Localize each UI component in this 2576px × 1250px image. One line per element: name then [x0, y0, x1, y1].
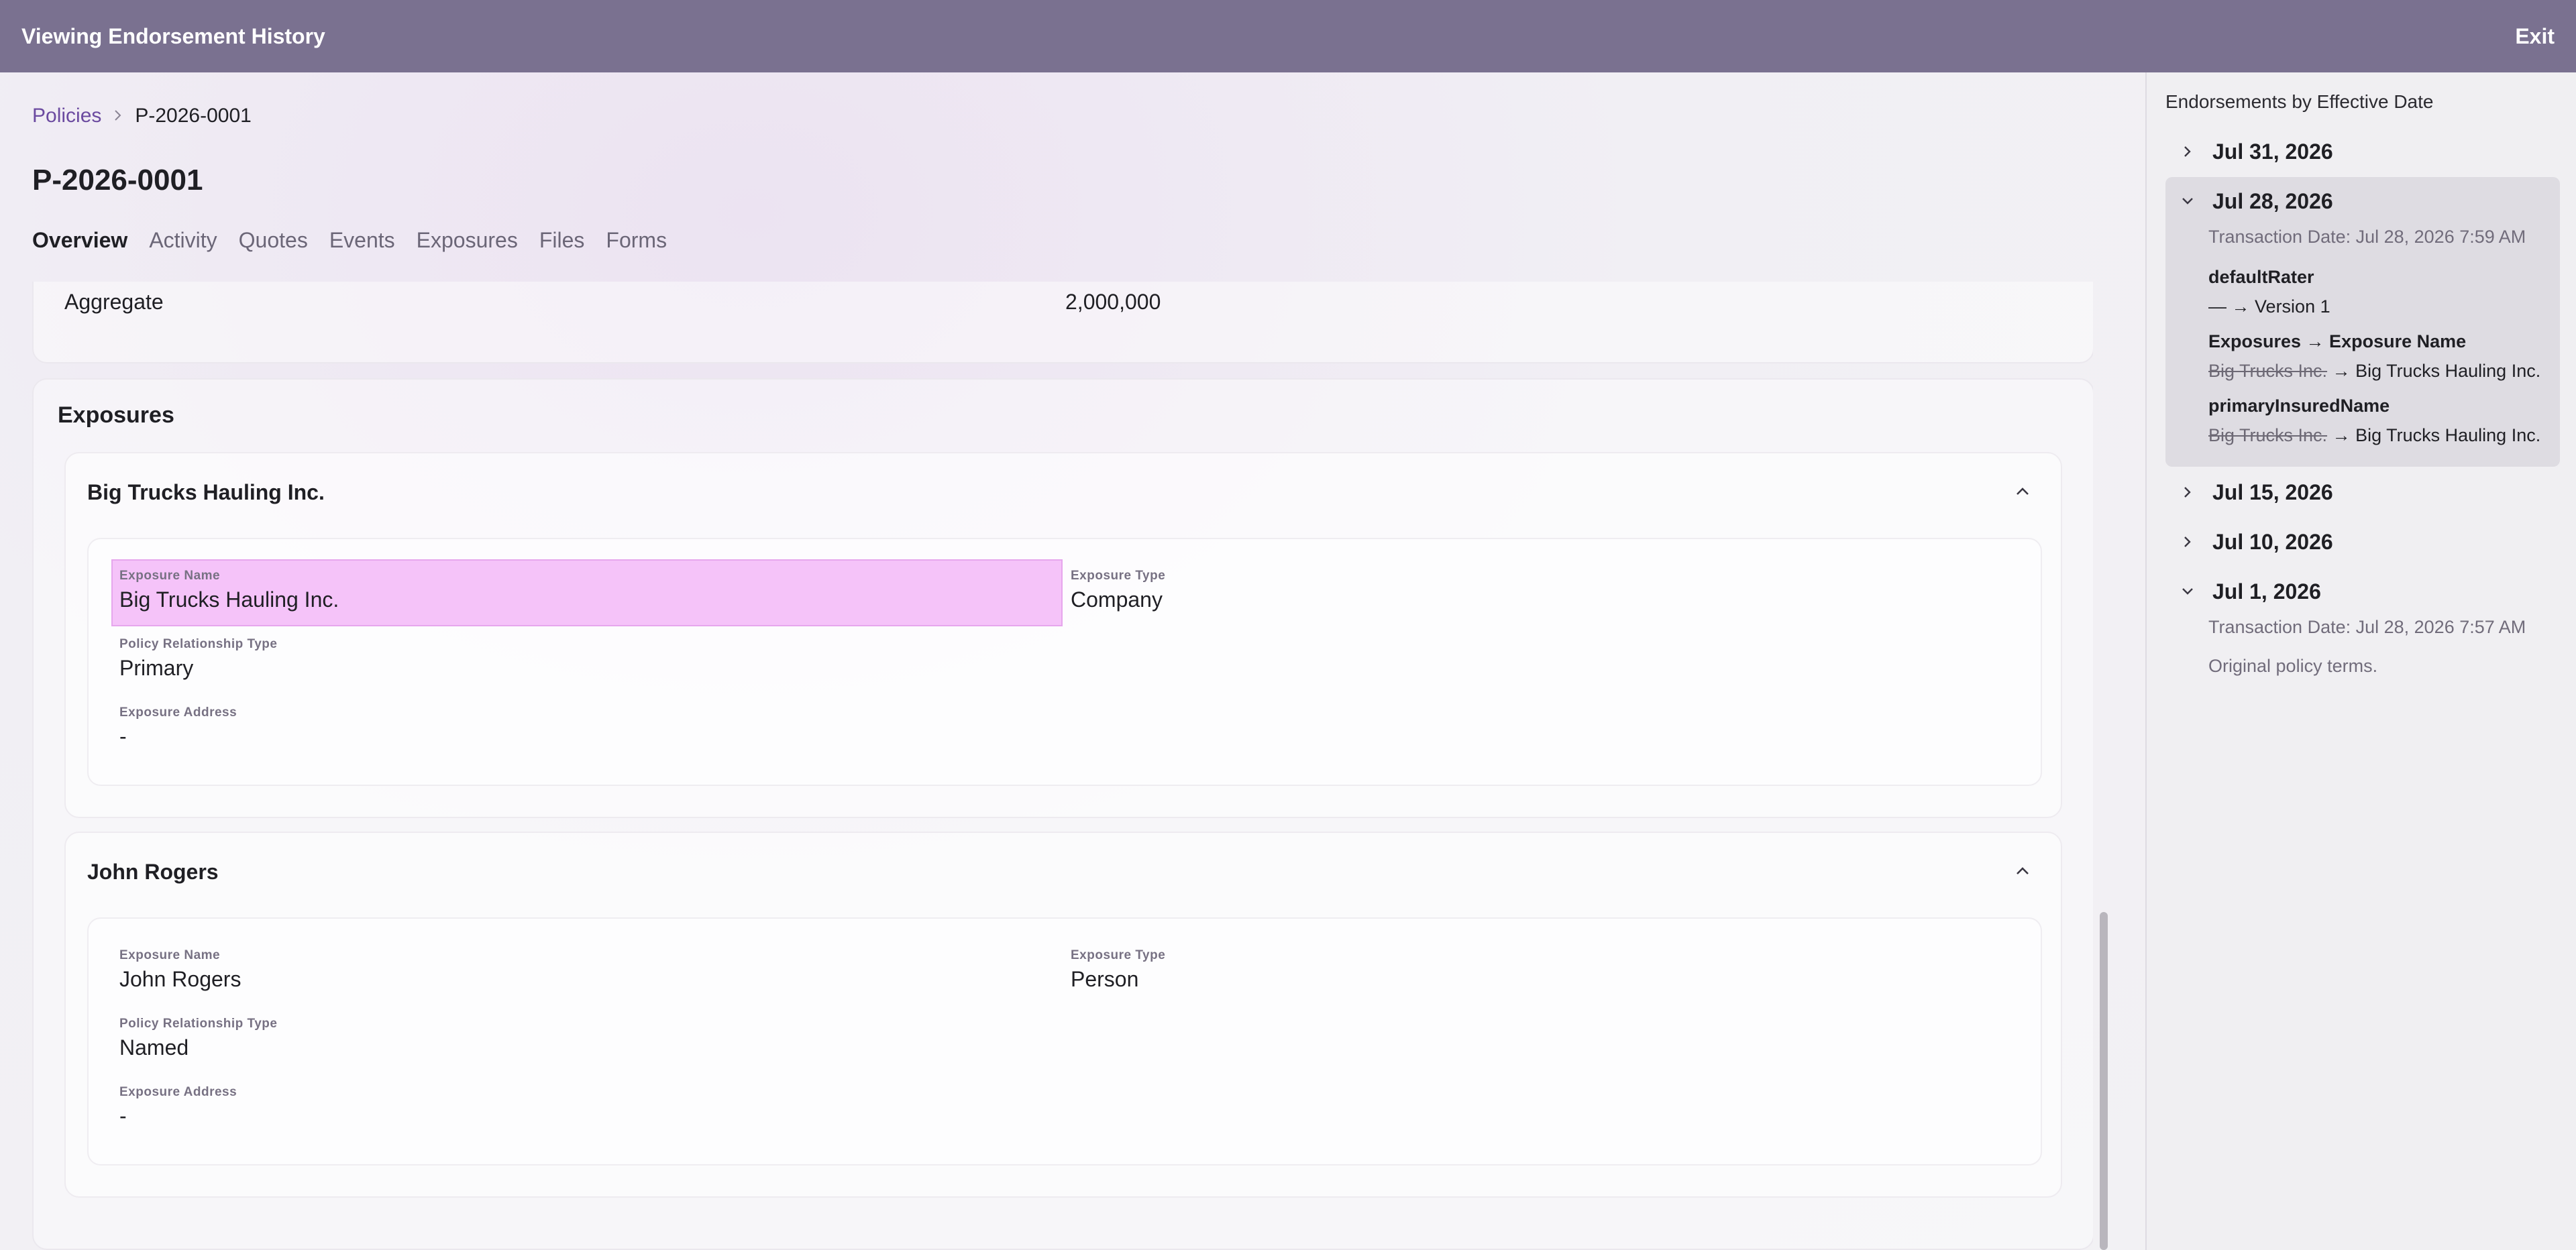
tab-forms[interactable]: Forms [606, 228, 667, 253]
field-value: Primary [119, 656, 194, 680]
exposure-name-field: Exposure Name John Rogers [119, 948, 241, 992]
sidebar-title: Endorsements by Effective Date [2165, 91, 2434, 112]
old-value: Big Trucks Inc. [2208, 361, 2328, 381]
endorsement-note: Original policy terms. [2208, 656, 2378, 676]
change-field-name: defaultRater [2208, 267, 2314, 287]
endorsement-entry: Jul 15, 2026 [2165, 468, 2560, 516]
exposure-title: Big Trucks Hauling Inc. [87, 480, 325, 504]
field-value: Big Trucks Hauling Inc. [119, 587, 339, 612]
tab-bar: Overview Activity Quotes Events Exposure… [32, 228, 667, 253]
endorsement-date: Jul 28, 2026 [2212, 188, 2333, 213]
field-label: Policy Relationship Type [119, 1017, 278, 1031]
tab-events[interactable]: Events [329, 228, 395, 253]
chevron-up-icon[interactable] [2011, 860, 2034, 883]
aggregate-label: Aggregate [64, 290, 164, 314]
exposure-type-field: Exposure Type Person [1071, 948, 1165, 992]
page-title: P-2026-0001 [32, 164, 203, 196]
endorsement-toggle[interactable]: Jul 15, 2026 [2165, 468, 2333, 516]
change-values: Big Trucks Inc. → Big Trucks Hauling Inc… [2208, 425, 2540, 446]
scroll-content: Aggregate 2,000,000 Exposures Big Trucks… [32, 282, 2093, 1250]
endorsement-date: Jul 15, 2026 [2212, 479, 2333, 504]
page-mode-title: Viewing Endorsement History [21, 23, 325, 48]
transaction-date: Transaction Date: Jul 28, 2026 7:57 AM [2208, 617, 2526, 637]
transaction-date: Transaction Date: Jul 28, 2026 7:59 AM [2208, 227, 2526, 247]
scrollbar-thumb[interactable] [2100, 912, 2108, 1250]
old-value: — [2208, 296, 2226, 317]
new-value: Big Trucks Hauling Inc. [2355, 361, 2541, 381]
exposure-type-field: Exposure Type Company [1071, 569, 1165, 612]
tab-overview[interactable]: Overview [32, 228, 127, 253]
endorsement-date: Jul 31, 2026 [2212, 139, 2333, 164]
chevron-down-icon [2182, 588, 2193, 595]
endorsement-entry: Jul 28, 2026 Transaction Date: Jul 28, 2… [2165, 177, 2560, 467]
policy-relationship-field: Policy Relationship Type Primary [119, 637, 277, 681]
field-label: Exposure Name [119, 948, 221, 962]
exposure-panel: John Rogers Exposure Name John Rogers Ex… [64, 832, 2062, 1198]
exposures-card: Exposures Big Trucks Hauling Inc. Exposu… [32, 378, 2093, 1250]
policy-relationship-field: Policy Relationship Type Named [119, 1017, 277, 1060]
tab-quotes[interactable]: Quotes [239, 228, 308, 253]
tab-activity[interactable]: Activity [149, 228, 217, 253]
change-values: — → Version 1 [2208, 296, 2330, 317]
endorsement-entry: Jul 31, 2026 [2165, 127, 2560, 176]
aggregate-value: 2,000,000 [1065, 290, 1161, 314]
exposure-name-field: Exposure Name Big Trucks Hauling Inc. [119, 569, 339, 612]
endorsement-entry: Jul 10, 2026 [2165, 518, 2560, 566]
tab-files[interactable]: Files [539, 228, 585, 253]
field-label: Policy Relationship Type [119, 637, 278, 651]
old-value: Big Trucks Inc. [2208, 425, 2328, 445]
exposure-fields: Exposure Name Big Trucks Hauling Inc. Ex… [87, 538, 2042, 786]
change-values: Big Trucks Inc. → Big Trucks Hauling Inc… [2208, 361, 2540, 382]
endorsement-date: Jul 1, 2026 [2212, 579, 2321, 604]
arrow-icon: → [2332, 425, 2351, 445]
endorsement-toggle[interactable]: Jul 28, 2026 [2165, 177, 2333, 225]
field-label: Exposure Type [1071, 948, 1166, 962]
endorsement-date: Jul 10, 2026 [2212, 529, 2333, 554]
breadcrumb-policies-link[interactable]: Policies [32, 105, 101, 127]
endorsement-entry: Jul 1, 2026 Transaction Date: Jul 28, 20… [2165, 567, 2560, 695]
field-value: Company [1071, 587, 1163, 612]
endorsement-toggle[interactable]: Jul 10, 2026 [2165, 518, 2333, 566]
limits-card: Aggregate 2,000,000 [32, 282, 2093, 363]
chevron-down-icon [2182, 198, 2193, 205]
new-value: Big Trucks Hauling Inc. [2355, 425, 2541, 445]
field-label: Exposure Name [119, 569, 221, 583]
change-field-name: primaryInsuredName [2208, 396, 2390, 416]
chevron-right-icon [2184, 536, 2191, 547]
chevron-right-icon [2184, 487, 2191, 498]
endorsement-toggle[interactable]: Jul 31, 2026 [2165, 127, 2333, 176]
endorsements-sidebar: Endorsements by Effective Date Jul 31, 2… [2145, 72, 2576, 1250]
field-value: - [119, 1104, 127, 1128]
main-panel: Policies P-2026-0001 P-2026-0001 Overvie… [0, 72, 2145, 1250]
breadcrumb-current: P-2026-0001 [135, 105, 252, 127]
chevron-right-icon [2184, 146, 2191, 157]
exposure-fields: Exposure Name John Rogers Exposure Type … [87, 917, 2042, 1166]
change-field-name: Exposures → Exposure Name [2208, 331, 2467, 351]
exposures-heading: Exposures [58, 402, 174, 428]
exposure-address-field: Exposure Address - [119, 1085, 237, 1129]
chevron-up-icon[interactable] [2011, 480, 2034, 503]
field-value: - [119, 724, 127, 748]
new-value: Version 1 [2255, 296, 2330, 317]
field-value: Named [119, 1035, 189, 1060]
exposure-panel: Big Trucks Hauling Inc. Exposure Name Bi… [64, 452, 2062, 818]
chevron-right-icon [113, 106, 123, 127]
arrow-icon: → [2231, 296, 2250, 317]
tab-exposures[interactable]: Exposures [417, 228, 518, 253]
exposure-title: John Rogers [87, 860, 219, 884]
exit-button[interactable]: Exit [2515, 24, 2555, 49]
field-label: Exposure Type [1071, 569, 1166, 583]
exposure-address-field: Exposure Address - [119, 705, 237, 749]
field-label: Exposure Address [119, 705, 237, 720]
top-bar: Viewing Endorsement History Exit [0, 0, 2576, 72]
endorsement-toggle[interactable]: Jul 1, 2026 [2165, 567, 2321, 616]
field-value: John Rogers [119, 967, 241, 991]
field-value: Person [1071, 967, 1139, 991]
field-label: Exposure Address [119, 1085, 237, 1099]
arrow-icon: → [2332, 361, 2351, 381]
breadcrumb: Policies P-2026-0001 [32, 105, 252, 127]
